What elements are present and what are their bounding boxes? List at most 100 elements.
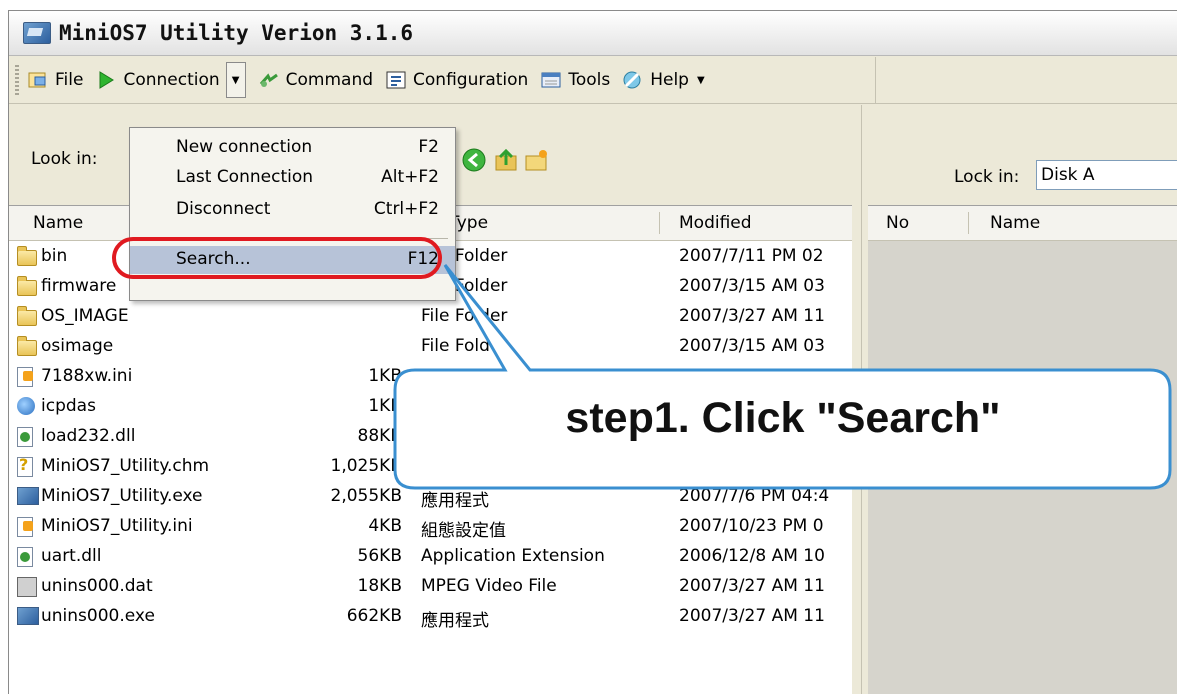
file-modified: 2007/3/15 AM 03 — [679, 336, 825, 356]
window-title: MiniOS7 Utility Verion 3.1.6 — [59, 21, 414, 45]
folder-file-icon — [17, 276, 37, 296]
table-row[interactable]: 7188xw.ini 1KB — [9, 362, 852, 392]
table-row[interactable]: MiniOS7_Utility.exe 2,055KB 應用程式 2007/7/6 P… — [9, 482, 852, 512]
column-header-no[interactable]: No — [886, 213, 909, 233]
file-modified: 2007/10/23 PM 0 — [679, 516, 824, 536]
back-arrow-icon[interactable] — [461, 147, 487, 173]
toolbar-connection-button[interactable]: Connection — [95, 63, 220, 97]
menu-item-shortcut: Alt+F2 — [381, 167, 439, 187]
file-type: 已編譯的 HTML Hel... — [421, 461, 592, 481]
toolbar-file-button[interactable]: File — [27, 63, 83, 97]
toolbar-configuration-button[interactable]: Configuration — [385, 63, 528, 97]
file-type: 組態設定值 — [421, 521, 506, 541]
toolbar-divider — [875, 57, 876, 103]
toolbar-help-label: Help — [650, 70, 689, 90]
file-name: MiniOS7_Utility.exe — [41, 486, 203, 506]
file-modified: 2007/3/27 AM 11 — [679, 576, 825, 596]
remote-lookin-select[interactable]: Disk A — [1036, 160, 1177, 190]
file-size: 4KB — [368, 516, 402, 536]
configuration-icon — [385, 70, 407, 90]
file-name: load232.dll — [41, 426, 136, 446]
menu-item-label: New connection — [176, 137, 313, 157]
command-icon — [258, 70, 280, 90]
remote-list-header: No Name — [868, 206, 1177, 241]
menu-item-last-connection[interactable]: Last Connection Alt+F2 — [130, 164, 455, 192]
highlight-ring — [112, 237, 442, 279]
file-modified: 2007/7/6 PM 04:4 — [679, 486, 830, 506]
new-folder-icon[interactable] — [523, 147, 549, 173]
column-header-name[interactable]: Name — [33, 213, 83, 233]
menu-item-shortcut: F2 — [418, 137, 439, 157]
toolbar-command-label: Command — [285, 70, 374, 90]
table-row[interactable]: OS_IMAGE File Folder 2007/3/27 AM 11 — [9, 302, 852, 332]
file-type: 應用程式 — [421, 611, 489, 631]
dll-file-icon — [17, 427, 33, 447]
file-size: 56KB — [357, 546, 402, 566]
exe-file-icon — [17, 607, 39, 625]
column-header-modified[interactable]: Modified — [679, 213, 752, 233]
file-icon — [27, 70, 49, 90]
toolbar-command-button[interactable]: Command — [258, 63, 373, 97]
file-type: File Folder — [421, 336, 508, 356]
file-name: osimage — [41, 336, 114, 356]
table-row[interactable]: MiniOS7_Utility.chm 1,025KB 已編譯的 HTML Hel.… — [9, 452, 852, 482]
connection-dropdown-button[interactable]: ▼ — [225, 62, 246, 98]
file-size: 88KB — [357, 426, 402, 446]
column-header-remote-name[interactable]: Name — [990, 213, 1040, 233]
menu-item-shortcut: Ctrl+F2 — [373, 199, 439, 219]
exe-file-icon — [17, 487, 39, 505]
toolbar-tools-button[interactable]: Tools — [540, 63, 610, 97]
file-type: Application Extension — [421, 546, 605, 566]
file-type: 應用程式 — [421, 491, 489, 511]
ini-file-icon — [17, 517, 33, 537]
menu-item-new-connection[interactable]: New connection F2 — [130, 134, 455, 162]
remote-lookin-label: Lock in: — [954, 167, 1020, 187]
file-modified: 2007/3/15 AM 03 — [679, 276, 825, 296]
file-modified: 2007/3/27 AM 11 — [679, 606, 825, 626]
file-size: 662KB — [346, 606, 402, 626]
file-type: File Folder — [421, 306, 508, 326]
remote-lookin-value: Disk A — [1041, 165, 1095, 185]
play-icon — [95, 70, 117, 90]
table-row[interactable]: osimage File Folder 2007/3/15 AM 03 — [9, 332, 852, 362]
file-size: 18KB — [357, 576, 402, 596]
folder-file-icon — [17, 246, 37, 266]
file-type: MPEG Video File — [421, 576, 557, 596]
menu-item-label: Disconnect — [176, 199, 271, 219]
menu-item-label: Last Connection — [176, 167, 314, 187]
chm-file-icon — [17, 455, 33, 477]
file-name: firmware — [41, 276, 117, 296]
chevron-down-icon: ▼ — [231, 74, 240, 86]
tools-icon — [540, 70, 562, 90]
toolbar-grip[interactable] — [15, 65, 19, 95]
toolbar-help-button[interactable]: Help ▼ — [622, 63, 705, 97]
file-name: unins000.dat — [41, 576, 153, 596]
help-icon — [622, 70, 644, 90]
help-chevron-down-icon[interactable]: ▼ — [697, 75, 705, 86]
menu-item-disconnect[interactable]: Disconnect Ctrl+F2 — [130, 196, 455, 224]
folder-file-icon — [17, 336, 37, 356]
local-lookin-label: Look in: — [31, 149, 98, 169]
file-name: MiniOS7_Utility.chm — [41, 456, 210, 476]
file-modified: 2007/3/27 AM 11 — [679, 306, 825, 326]
toolbar: File Connection ▼ Command Configuration — [9, 57, 1177, 104]
up-folder-icon[interactable] — [493, 147, 519, 173]
remote-file-list[interactable]: No Name — [868, 205, 1177, 694]
table-row[interactable]: unins000.exe 662KB 應用程式 2007/3/27 AM 11 — [9, 602, 852, 632]
table-row[interactable]: uart.dll 56KB Application Extension 2006/12… — [9, 542, 852, 572]
ini-file-icon — [17, 367, 33, 387]
file-modified: 2007/7/11 PM 02 — [679, 246, 824, 266]
file-name: bin — [41, 246, 68, 266]
file-name: icpdas — [41, 396, 96, 416]
dat-file-icon — [17, 577, 37, 597]
file-modified: 2007/3/6 PM 05:5 — [679, 456, 830, 476]
file-modified: 2006/12/8 AM 10 — [679, 546, 825, 566]
folder-file-icon — [17, 306, 37, 326]
table-row[interactable]: unins000.dat 18KB MPEG Video File 2007/3/27… — [9, 572, 852, 602]
file-name: unins000.exe — [41, 606, 155, 626]
app-window: MiniOS7 Utility Verion 3.1.6 File Connec… — [8, 10, 1177, 694]
table-row[interactable]: MiniOS7_Utility.ini 4KB 組態設定值 2007/10/23 PM… — [9, 512, 852, 542]
file-name: OS_IMAGE — [41, 306, 129, 326]
title-bar: MiniOS7 Utility Verion 3.1.6 — [9, 11, 1177, 56]
app-icon — [23, 22, 51, 44]
